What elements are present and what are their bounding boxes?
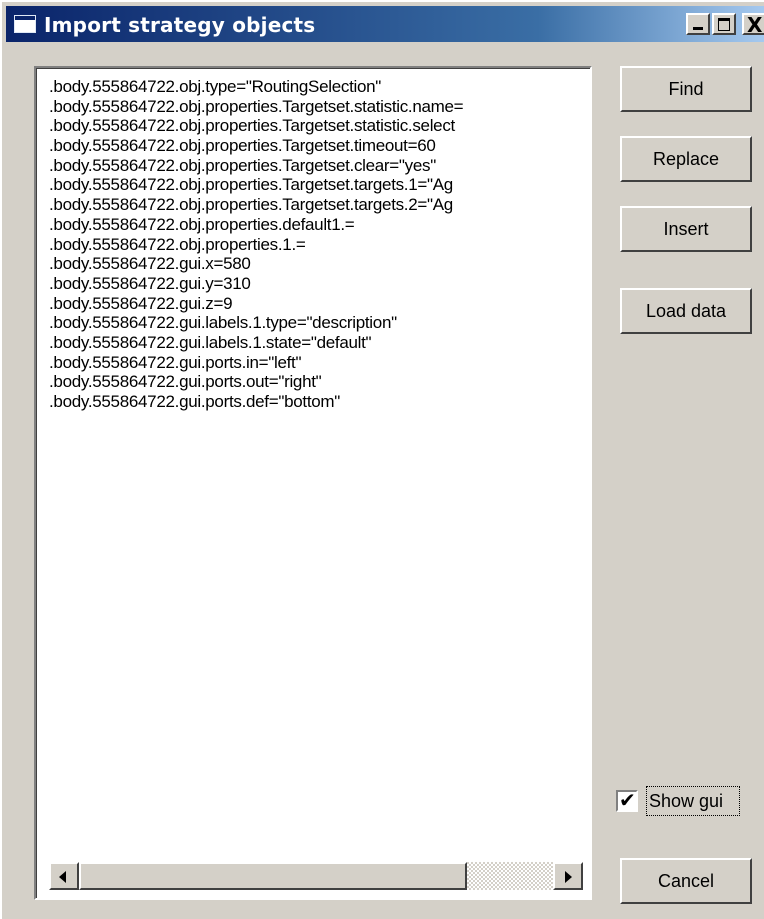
list-item[interactable]: .body.555864722.gui.ports.def="bottom" — [49, 392, 587, 412]
window-title: Import strategy objects — [44, 13, 316, 37]
scroll-right-button[interactable] — [553, 862, 583, 890]
list-item[interactable]: .body.555864722.obj.type="RoutingSelecti… — [49, 77, 587, 97]
list-item[interactable]: .body.555864722.gui.z=9 — [49, 294, 587, 314]
list-item[interactable]: .body.555864722.gui.ports.in="left" — [49, 353, 587, 373]
close-button[interactable]: X — [742, 13, 764, 37]
list-item[interactable]: .body.555864722.obj.properties.Targetset… — [49, 156, 587, 176]
list-item[interactable]: .body.555864722.gui.labels.1.state="defa… — [49, 333, 587, 353]
close-icon: X — [747, 13, 763, 37]
scroll-left-button[interactable] — [49, 862, 79, 890]
load-data-button[interactable]: Load data — [620, 288, 752, 334]
find-button[interactable]: Find — [620, 66, 752, 112]
list-item[interactable]: .body.555864722.gui.labels.1.type="descr… — [49, 313, 587, 333]
import-dialog-window: Import strategy objects X .body.55586472… — [0, 0, 764, 919]
list-item[interactable]: .body.555864722.obj.properties.Targetset… — [49, 116, 587, 136]
list-item[interactable]: .body.555864722.gui.y=310 — [49, 274, 587, 294]
insert-button[interactable]: Insert — [620, 206, 752, 252]
checkmark-icon: ✔ — [619, 788, 636, 812]
list-item[interactable]: .body.555864722.gui.x=580 — [49, 254, 587, 274]
replace-button[interactable]: Replace — [620, 136, 752, 182]
list-item[interactable]: .body.555864722.obj.properties.1.= — [49, 235, 587, 255]
show-gui-label[interactable]: Show gui — [646, 786, 740, 816]
horizontal-scrollbar[interactable] — [49, 862, 583, 890]
show-gui-checkbox[interactable]: ✔ — [616, 788, 638, 812]
list-item[interactable]: .body.555864722.obj.properties.default1.… — [49, 215, 587, 235]
window-app-icon — [14, 15, 36, 33]
title-bar[interactable]: Import strategy objects X — [6, 6, 764, 42]
strategy-lines-listbox[interactable]: .body.555864722.obj.type="RoutingSelecti… — [34, 66, 592, 900]
cancel-button[interactable]: Cancel — [620, 858, 752, 904]
maximize-button[interactable] — [712, 13, 736, 35]
arrow-left-icon — [59, 871, 66, 883]
list-item[interactable]: .body.555864722.obj.properties.Targetset… — [49, 97, 587, 117]
lines-container: .body.555864722.obj.type="RoutingSelecti… — [49, 77, 587, 861]
arrow-right-icon — [565, 871, 572, 883]
list-item[interactable]: .body.555864722.obj.properties.Targetset… — [49, 136, 587, 156]
list-item[interactable]: .body.555864722.obj.properties.Targetset… — [49, 175, 587, 195]
list-item[interactable]: .body.555864722.gui.ports.out="right" — [49, 372, 587, 392]
list-item[interactable]: .body.555864722.obj.properties.Targetset… — [49, 195, 587, 215]
scroll-thumb[interactable] — [79, 862, 467, 890]
show-gui-checkbox-row[interactable]: ✔ Show gui — [616, 784, 764, 818]
minimize-button[interactable] — [686, 13, 710, 35]
